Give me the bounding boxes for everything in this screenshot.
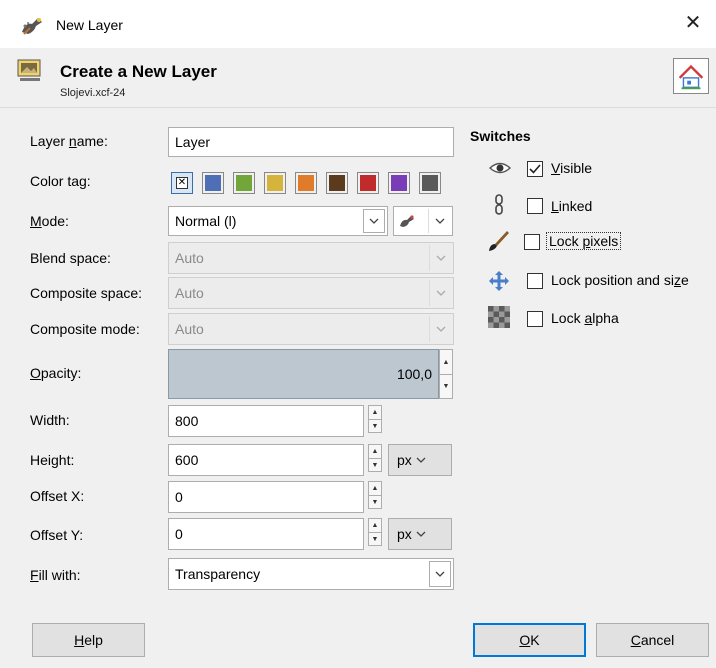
chevron-down-icon: [416, 531, 426, 537]
close-icon[interactable]: ✕: [670, 0, 716, 48]
x-icon: ✕: [176, 177, 188, 189]
offset-y-label: Offset Y:: [30, 527, 84, 543]
title-bar: New Layer ✕: [0, 0, 716, 48]
lock-alpha-checkbox[interactable]: [527, 311, 543, 327]
offset-x-label: Offset X:: [30, 488, 85, 504]
offset-y-spinner[interactable]: ▲ ▼: [368, 518, 382, 546]
offset-unit-select[interactable]: px: [388, 518, 452, 550]
linked-checkbox[interactable]: [527, 198, 543, 214]
fill-with-select[interactable]: Transparency: [168, 558, 454, 590]
switches-heading: Switches: [470, 128, 531, 144]
cancel-button[interactable]: Cancel: [596, 623, 709, 657]
spin-up-icon[interactable]: ▲: [369, 519, 381, 532]
mode-select[interactable]: Normal (l): [168, 206, 388, 236]
blend-space-label: Blend space:: [30, 250, 111, 266]
spin-down-icon[interactable]: ▼: [369, 495, 381, 508]
color-tag-yellow[interactable]: [264, 172, 286, 194]
spin-down-icon[interactable]: ▼: [369, 419, 381, 432]
help-button[interactable]: Help: [32, 623, 145, 657]
color-tag-blue[interactable]: [202, 172, 224, 194]
eye-icon: [488, 162, 512, 174]
spin-up-icon[interactable]: ▲: [440, 350, 452, 374]
spin-up-icon[interactable]: ▲: [369, 406, 381, 419]
checker-icon: [488, 306, 510, 328]
chevron-down-icon: [429, 316, 451, 342]
lock-pixels-label[interactable]: Lock pixels: [546, 232, 622, 250]
offset-x-input[interactable]: 0: [168, 481, 364, 513]
color-tag-label: Color tag:: [30, 173, 91, 189]
layer-name-input[interactable]: Layer: [168, 127, 454, 157]
offset-y-input[interactable]: 0: [168, 518, 364, 550]
paintbrush-icon: [489, 231, 509, 251]
gimp-mode-icon: [400, 215, 414, 227]
layer-name-label: Layer name:: [30, 133, 108, 149]
color-tag-none[interactable]: ✕: [171, 172, 193, 194]
color-tag-gray[interactable]: [419, 172, 441, 194]
composite-mode-label: Composite mode:: [30, 321, 140, 337]
spin-down-icon[interactable]: ▼: [440, 374, 452, 398]
blend-space-select[interactable]: Auto: [168, 242, 454, 274]
spin-up-icon[interactable]: ▲: [369, 445, 381, 458]
layer-icon: [17, 59, 41, 81]
composite-space-select[interactable]: Auto: [168, 277, 454, 309]
ok-button[interactable]: OK: [473, 623, 586, 657]
lock-alpha-label[interactable]: Lock alpha: [551, 310, 619, 326]
chevron-down-icon: [429, 245, 451, 271]
visible-checkbox[interactable]: [527, 161, 543, 177]
fill-with-label: Fill with:: [30, 567, 81, 583]
color-tag-red[interactable]: [357, 172, 379, 194]
offset-x-spinner[interactable]: ▲ ▼: [368, 481, 382, 509]
size-unit-select[interactable]: px: [388, 444, 452, 476]
chevron-down-icon: [416, 457, 426, 463]
spin-down-icon[interactable]: ▼: [369, 532, 381, 545]
height-spinner[interactable]: ▲ ▼: [368, 444, 382, 472]
opacity-spinner[interactable]: ▲ ▼: [439, 349, 453, 399]
color-tag-orange[interactable]: [295, 172, 317, 194]
composite-mode-select[interactable]: Auto: [168, 313, 454, 345]
color-tag-green[interactable]: [233, 172, 255, 194]
opacity-scale[interactable]: 100,0: [168, 349, 439, 399]
spin-up-icon[interactable]: ▲: [369, 482, 381, 495]
lock-pixels-checkbox[interactable]: [524, 234, 540, 250]
width-label: Width:: [30, 412, 70, 428]
composite-space-label: Composite space:: [30, 285, 143, 301]
opacity-label: Opacity:: [30, 365, 82, 381]
lock-position-checkbox[interactable]: [527, 273, 543, 289]
mode-label: Mode:: [30, 213, 69, 229]
spin-down-icon[interactable]: ▼: [369, 458, 381, 471]
dialog-heading: Create a New Layer: [60, 62, 217, 81]
chevron-down-icon: [429, 280, 451, 306]
chevron-down-icon: [428, 209, 450, 233]
color-tag-brown[interactable]: [326, 172, 348, 194]
chevron-down-icon: [363, 209, 385, 233]
move-icon: [489, 271, 509, 291]
mode-group-select[interactable]: [393, 206, 453, 236]
chevron-down-icon: [429, 561, 451, 587]
width-spinner[interactable]: ▲ ▼: [368, 405, 382, 433]
lock-position-label[interactable]: Lock position and size: [551, 272, 689, 288]
image-preview-icon: [673, 58, 709, 94]
visible-label[interactable]: Visible: [551, 160, 592, 176]
image-name: Slojevi.xcf-24: [60, 87, 126, 99]
linked-label[interactable]: Linked: [551, 198, 592, 214]
gimp-app-icon: [22, 18, 42, 35]
window-title: New Layer: [56, 17, 123, 33]
height-input[interactable]: 600: [168, 444, 364, 476]
width-input[interactable]: 800: [168, 405, 364, 437]
checkmark-icon: [529, 164, 541, 174]
height-label: Height:: [30, 452, 75, 468]
color-tag-violet[interactable]: [388, 172, 410, 194]
chain-icon: [495, 194, 503, 215]
dialog-header: Create a New Layer Slojevi.xcf-24: [0, 48, 716, 108]
